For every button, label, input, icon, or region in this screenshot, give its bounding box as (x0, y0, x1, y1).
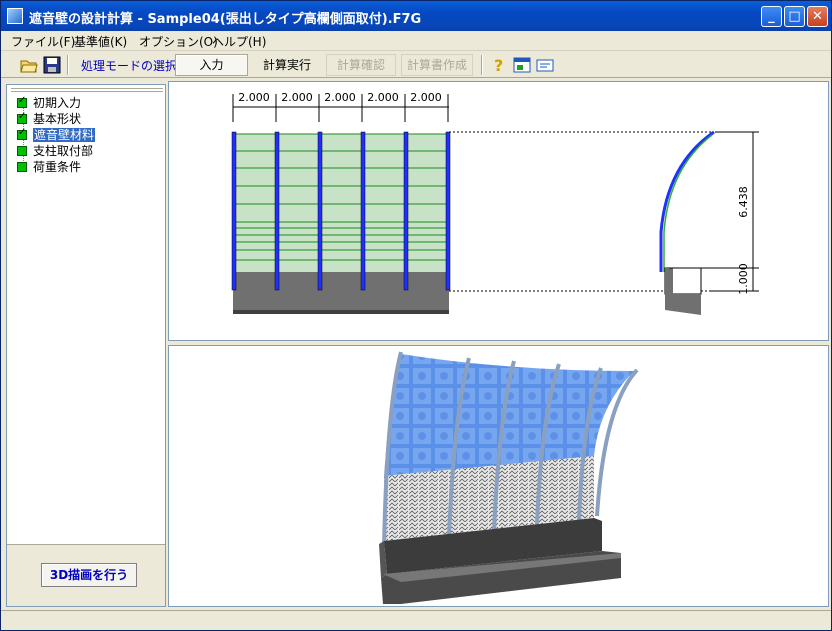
app-icon (7, 8, 23, 24)
minimize-button[interactable]: _ (761, 6, 782, 27)
base-slab (233, 310, 449, 314)
title-bar: 遮音壁の設計計算 - Sample04(張出しタイプ高欄側面取付).F7G _ … (1, 1, 831, 31)
save-icon[interactable] (43, 56, 61, 74)
mode-calc-button[interactable]: 計算実行 (252, 54, 322, 76)
base-parapet (233, 272, 449, 310)
span-label: 2.000 (324, 91, 356, 104)
span-label: 2.000 (281, 91, 313, 104)
elevation-drawing: 2.000 2.000 2.000 2.000 2.000 6.438 1.00… (231, 91, 759, 315)
draw-3d-button[interactable]: 3D描画を行う (41, 563, 137, 587)
toolbar-separator (481, 55, 483, 75)
mode-check-button[interactable]: 計算確認 (326, 54, 396, 76)
toolbar-separator (67, 55, 69, 75)
menu-options[interactable]: オプション(O) (139, 33, 218, 50)
wall-3d-view (379, 351, 639, 604)
span-label: 2.000 (367, 91, 399, 104)
maximize-button[interactable]: □ (784, 6, 805, 27)
acoustic-panels (384, 354, 634, 476)
height-upper-label: 6.438 (737, 186, 750, 218)
menu-file[interactable]: ファイル(F) (11, 33, 75, 50)
span-label: 2.000 (410, 91, 442, 104)
window-icon[interactable] (513, 56, 531, 74)
mode-label: 処理モードの選択 (81, 59, 178, 73)
help-icon[interactable]: ? (490, 56, 508, 74)
wall-panels (233, 134, 449, 272)
status-bar (1, 610, 831, 630)
check-icon (17, 127, 27, 140)
tree-item-post-mount[interactable]: 支柱取付部 (17, 142, 93, 158)
check-icon (17, 95, 27, 108)
tree-item-wall-material[interactable]: 遮音壁材料 (17, 126, 96, 142)
status-icon (17, 145, 27, 156)
span-dimensions: 2.000 2.000 2.000 2.000 2.000 (232, 91, 449, 122)
app-window: 遮音壁の設計計算 - Sample04(張出しタイプ高欄側面取付).F7G _ … (0, 0, 832, 631)
span-label: 2.000 (238, 91, 270, 104)
menu-bar: ファイル(F) 基準値(K) オプション(O) ヘルプ(H) (1, 31, 831, 51)
view-3d-pane (168, 345, 829, 607)
tree-item-initial-input[interactable]: 初期入力 (17, 94, 81, 110)
pane-grip (11, 88, 163, 92)
close-button[interactable]: ✕ (807, 6, 828, 27)
svg-text:?: ? (494, 56, 503, 74)
menu-standard[interactable]: 基準値(K) (74, 33, 127, 50)
drawing-2d-pane: 2.000 2.000 2.000 2.000 2.000 6.438 1.00… (168, 81, 829, 341)
mode-input-button[interactable]: 入力 (175, 54, 248, 76)
tree-pane: 初期入力 基本形状 遮音壁材料 支柱取付部 荷重条件 (6, 84, 166, 607)
check-icon (17, 111, 27, 124)
toolbar: 処理モードの選択 入力 計算実行 計算確認 計算書作成 ? (1, 52, 831, 78)
menu-help[interactable]: ヘルプ(H) (212, 33, 266, 50)
tree-item-basic-shape[interactable]: 基本形状 (17, 110, 81, 126)
status-icon (17, 161, 27, 172)
tree-item-load-conditions[interactable]: 荷重条件 (17, 158, 81, 174)
mode-report-button[interactable]: 計算書作成 (401, 54, 473, 76)
window-title: 遮音壁の設計計算 - Sample04(張出しタイプ高欄側面取付).F7G (29, 12, 422, 27)
left-bottom-panel: 3D描画を行う (7, 544, 165, 606)
height-lower-label: 1.000 (737, 263, 750, 295)
info-card-icon[interactable] (536, 56, 554, 74)
open-folder-icon[interactable] (20, 56, 38, 74)
